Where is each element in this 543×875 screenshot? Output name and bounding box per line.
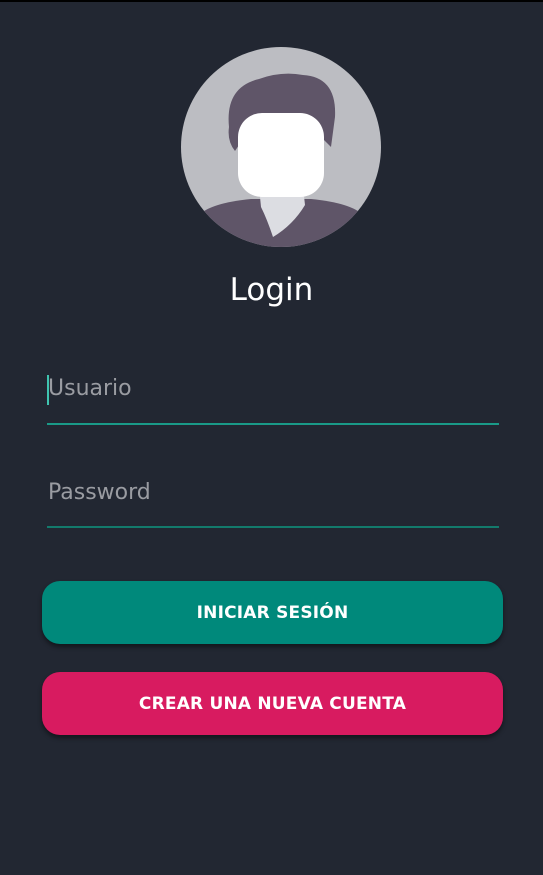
avatar: [181, 47, 381, 247]
create-account-button[interactable]: CREAR UNA NUEVA CUENTA: [42, 672, 503, 735]
create-account-button-label: CREAR UNA NUEVA CUENTA: [138, 693, 407, 714]
username-field[interactable]: [47, 362, 499, 425]
username-input[interactable]: [47, 362, 499, 414]
login-button-label: INICIAR SESIÓN: [196, 602, 349, 623]
password-underline: [47, 526, 499, 528]
username-underline: [47, 423, 499, 425]
login-button[interactable]: INICIAR SESIÓN: [42, 581, 503, 644]
user-avatar-icon: [181, 47, 381, 247]
password-input[interactable]: [47, 466, 499, 518]
page-title: Login: [229, 272, 314, 308]
status-edge: [0, 0, 543, 2]
password-field[interactable]: [47, 466, 499, 528]
text-cursor: [47, 375, 49, 405]
